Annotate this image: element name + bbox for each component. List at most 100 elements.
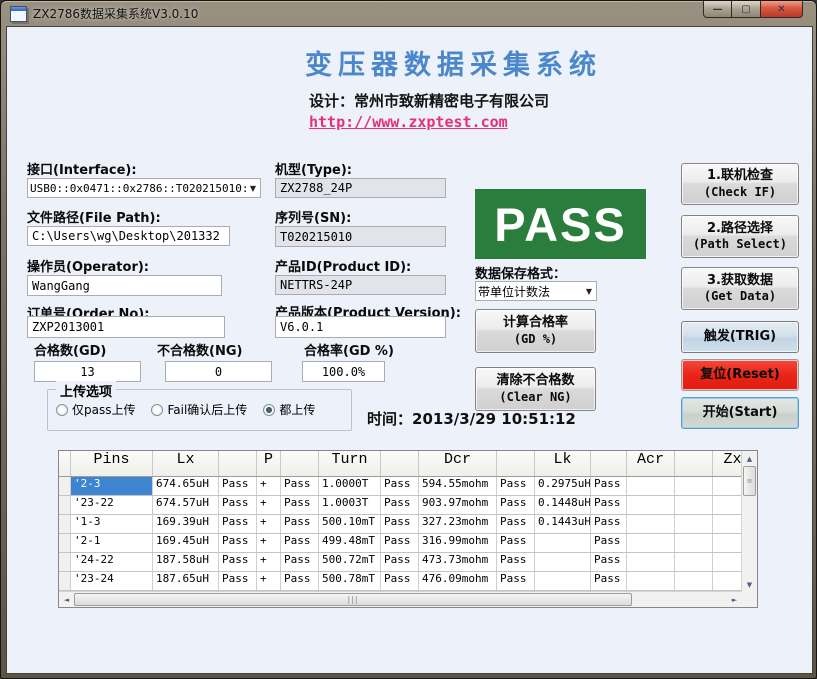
column-header-blank-13[interactable]: [675, 451, 713, 476]
table-cell[interactable]: Pass: [219, 534, 257, 552]
table-cell[interactable]: Pass: [591, 496, 627, 514]
table-cell[interactable]: 1.0003T: [319, 496, 381, 514]
close-button[interactable]: ✕: [760, 1, 803, 18]
table-cell[interactable]: 500.78mT: [319, 572, 381, 590]
table-cell[interactable]: 500.72mT: [319, 553, 381, 571]
table-cell[interactable]: Pass: [219, 477, 257, 495]
column-header-blank-3[interactable]: [219, 451, 257, 476]
column-header-blank-9[interactable]: [497, 451, 535, 476]
column-header-acr[interactable]: Acr: [627, 451, 675, 476]
table-cell[interactable]: [713, 553, 742, 571]
row-header-cell[interactable]: [59, 496, 71, 514]
website-link[interactable]: http://www.zxptest.com: [309, 113, 508, 131]
table-cell[interactable]: +: [257, 553, 281, 571]
table-cell[interactable]: 169.45uH: [153, 534, 219, 552]
table-cell[interactable]: 473.73mohm: [419, 553, 497, 571]
radio-icon[interactable]: [263, 404, 275, 416]
horizontal-scroll-thumb[interactable]: |||: [74, 593, 632, 606]
reset-button[interactable]: 复位(Reset): [681, 359, 799, 391]
upload-option[interactable]: 都上传: [263, 401, 315, 418]
table-cell[interactable]: Pass: [281, 553, 319, 571]
table-cell[interactable]: +: [257, 477, 281, 495]
upload-option[interactable]: Fail确认后上传: [151, 401, 247, 418]
column-header-blank-11[interactable]: [591, 451, 627, 476]
table-cell[interactable]: '2-1: [71, 534, 153, 552]
table-cell[interactable]: [675, 534, 713, 552]
table-cell[interactable]: [675, 477, 713, 495]
scroll-right-icon[interactable]: ►: [727, 592, 742, 607]
gd-rate-input[interactable]: 100.0%: [302, 361, 385, 382]
table-cell[interactable]: 674.65uH: [153, 477, 219, 495]
table-cell[interactable]: [675, 515, 713, 533]
table-cell[interactable]: Pass: [497, 477, 535, 495]
table-cell[interactable]: Pass: [381, 515, 419, 533]
table-cell[interactable]: Pass: [497, 553, 535, 571]
scroll-up-icon[interactable]: ▲: [742, 451, 757, 466]
table-cell[interactable]: [713, 534, 742, 552]
table-cell[interactable]: Pass: [281, 515, 319, 533]
chevron-down-icon[interactable]: ▼: [582, 287, 596, 296]
table-cell[interactable]: Pass: [281, 572, 319, 590]
table-cell[interactable]: [713, 572, 742, 590]
get-data-button[interactable]: 3.获取数据 (Get Data): [681, 267, 799, 310]
app-icon[interactable]: [10, 6, 27, 22]
table-cell[interactable]: Pass: [281, 477, 319, 495]
maximize-button[interactable]: ▢: [732, 1, 760, 18]
table-cell[interactable]: 594.55mohm: [419, 477, 497, 495]
table-cell[interactable]: Pass: [591, 553, 627, 571]
table-cell[interactable]: Pass: [219, 553, 257, 571]
column-header-p[interactable]: P: [257, 451, 281, 476]
table-cell[interactable]: [627, 534, 675, 552]
table-cell-selected[interactable]: '2-3: [71, 477, 153, 495]
table-cell[interactable]: Pass: [381, 534, 419, 552]
clear-ng-button[interactable]: 清除不合格数 (Clear NG): [475, 367, 596, 411]
calc-gd-rate-button[interactable]: 计算合格率 (GD %): [475, 309, 596, 353]
table-cell[interactable]: 327.23mohm: [419, 515, 497, 533]
table-cell[interactable]: Pass: [281, 496, 319, 514]
horizontal-scrollbar[interactable]: ◄ ||| ►: [59, 591, 742, 607]
table-cell[interactable]: 316.99mohm: [419, 534, 497, 552]
table-cell[interactable]: [535, 534, 591, 552]
table-cell[interactable]: [627, 477, 675, 495]
row-header-cell[interactable]: [59, 515, 71, 533]
table-cell[interactable]: [535, 572, 591, 590]
table-cell[interactable]: 1.0000T: [319, 477, 381, 495]
column-header-zx[interactable]: Zx: [713, 451, 742, 476]
table-cell[interactable]: 0.2975uH: [535, 477, 591, 495]
table-cell[interactable]: +: [257, 515, 281, 533]
table-cell[interactable]: Pass: [219, 572, 257, 590]
table-cell[interactable]: Pass: [381, 553, 419, 571]
operator-input[interactable]: WangGang: [27, 275, 222, 296]
scroll-down-icon[interactable]: ▼: [742, 577, 757, 592]
table-cell[interactable]: [675, 553, 713, 571]
table-cell[interactable]: [713, 477, 742, 495]
column-header-dcr[interactable]: Dcr: [419, 451, 497, 476]
column-header-blank-7[interactable]: [381, 451, 419, 476]
radio-icon[interactable]: [151, 404, 163, 416]
table-cell[interactable]: [535, 553, 591, 571]
column-header-lx[interactable]: Lx: [153, 451, 219, 476]
table-cell[interactable]: 903.97mohm: [419, 496, 497, 514]
table-cell[interactable]: Pass: [219, 515, 257, 533]
table-cell[interactable]: '1-3: [71, 515, 153, 533]
table-cell[interactable]: 187.58uH: [153, 553, 219, 571]
vertical-scrollbar[interactable]: ▲ ≡ ▼: [741, 451, 757, 592]
table-cell[interactable]: Pass: [497, 515, 535, 533]
row-header-cell[interactable]: [59, 534, 71, 552]
table-cell[interactable]: Pass: [219, 496, 257, 514]
start-button[interactable]: 开始(Start): [681, 397, 799, 429]
order-no-input[interactable]: ZXP2013001: [27, 316, 225, 338]
chevron-down-icon[interactable]: ▼: [246, 184, 260, 193]
minimize-button[interactable]: —: [703, 1, 732, 18]
row-header-cell[interactable]: [59, 553, 71, 571]
file-path-input[interactable]: C:\Users\wg\Desktop\201332: [27, 226, 230, 246]
table-cell[interactable]: '24-22: [71, 553, 153, 571]
table-cell[interactable]: Pass: [591, 515, 627, 533]
table-cell[interactable]: 0.1448uH: [535, 496, 591, 514]
check-if-button[interactable]: 1.联机检查 (Check IF): [681, 163, 799, 205]
table-cell[interactable]: Pass: [497, 572, 535, 590]
row-header-cell[interactable]: [59, 477, 71, 495]
table-cell[interactable]: [627, 553, 675, 571]
save-format-select[interactable]: 带单位计数法 ▼: [475, 281, 597, 301]
gd-count-input[interactable]: 13: [34, 361, 141, 382]
